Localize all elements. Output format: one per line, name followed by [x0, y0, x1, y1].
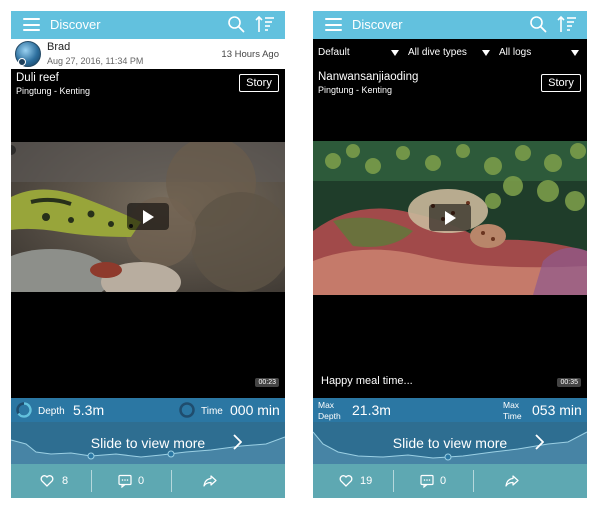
comment-count: 0 [138, 475, 145, 487]
post-date: Aug 27, 2016, 11:34 PM [47, 56, 144, 66]
sort-filter-value: Default [318, 47, 350, 58]
max-depth-label-line1: Max [318, 400, 335, 410]
depth-label: Depth [38, 406, 65, 417]
share-icon [505, 475, 519, 487]
comment-button[interactable]: 0 [92, 464, 172, 498]
max-time-label-line1: Max [503, 400, 520, 410]
max-time-label-line2: Time [503, 411, 522, 421]
time-label: Time [201, 406, 223, 417]
chevron-right-icon [233, 434, 242, 450]
depth-value: 5.3m [73, 402, 105, 418]
sort-icon[interactable] [557, 15, 577, 34]
user-name[interactable]: Brad [47, 41, 70, 53]
video-player[interactable] [11, 142, 285, 292]
comment-button[interactable]: 0 [394, 464, 474, 498]
share-button[interactable] [172, 464, 285, 498]
slide-text: Slide to view more [90, 435, 206, 451]
video-caption: Happy meal time... [321, 375, 413, 387]
time-value: 000 min [230, 402, 280, 418]
comment-icon [118, 474, 132, 488]
slide-to-view-more[interactable]: Slide to view more [11, 422, 285, 464]
video-duration: 00:35 [557, 378, 581, 387]
like-button[interactable]: 19 [313, 464, 393, 498]
logs-dropdown[interactable]: All logs [499, 47, 531, 58]
caret-down-icon[interactable] [482, 50, 490, 56]
story-button[interactable]: Story [541, 74, 581, 92]
search-icon[interactable] [529, 15, 547, 33]
menu-icon[interactable] [325, 18, 342, 31]
play-icon[interactable] [127, 203, 169, 230]
post-location: Pingtung - Kenting [16, 86, 91, 96]
max-time-value: 053 min [532, 402, 582, 418]
heart-icon [40, 475, 54, 487]
logs-value: All logs [499, 47, 532, 58]
video-duration: 00:23 [255, 378, 279, 387]
left-screen: Discover Brad Aug 27, 2016, 11:34 PM 13 … [11, 11, 285, 498]
nav-title: Discover [50, 17, 101, 32]
action-bar: 8 0 [11, 464, 285, 498]
post-title: Duli reef [16, 72, 59, 84]
post-user-bar[interactable]: Brad Aug 27, 2016, 11:34 PM 13 Hours Ago [11, 39, 285, 69]
nav-bar: Discover [313, 11, 587, 39]
max-depth-value: 21.3m [352, 402, 391, 418]
post-time-ago: 13 Hours Ago [221, 49, 279, 60]
share-icon [203, 475, 217, 487]
avatar-badge [18, 58, 26, 66]
heart-icon [339, 475, 353, 487]
dive-type-value: All dive types [408, 47, 467, 58]
slide-text: Slide to view more [392, 435, 508, 451]
action-bar: 19 0 [313, 464, 587, 498]
nav-title: Discover [352, 17, 403, 32]
dive-stats-bar: Max Depth 21.3m Max Time 053 min [313, 398, 587, 422]
right-screen: Discover Default All dive types All logs… [313, 11, 587, 498]
chevron-right-icon [535, 434, 544, 450]
play-icon[interactable] [429, 204, 471, 231]
comment-icon [420, 474, 434, 488]
story-button[interactable]: Story [239, 74, 279, 92]
post-title: Nanwansanjiaoding [318, 71, 419, 83]
like-button[interactable]: 8 [11, 464, 91, 498]
slide-to-view-more[interactable]: Slide to view more [313, 422, 587, 464]
menu-icon[interactable] [23, 18, 40, 31]
sort-filter-dropdown[interactable]: Default [318, 47, 350, 58]
nav-bar: Discover [11, 11, 285, 39]
dive-stats-bar: Depth 5.3m Time 000 min [11, 398, 285, 422]
dive-type-dropdown[interactable]: All dive types [408, 47, 467, 58]
search-icon[interactable] [227, 15, 245, 33]
filter-bar: Default All dive types All logs [313, 39, 587, 65]
depth-ring-icon [16, 402, 32, 418]
avatar[interactable] [15, 41, 41, 67]
caret-down-icon[interactable] [571, 50, 579, 56]
sort-icon[interactable] [255, 15, 275, 34]
comment-count: 0 [440, 475, 447, 487]
like-count: 19 [360, 475, 373, 487]
caret-down-icon[interactable] [391, 50, 399, 56]
time-ring-icon [179, 402, 195, 418]
post-location: Pingtung - Kenting [318, 85, 393, 95]
like-count: 8 [62, 475, 69, 487]
share-button[interactable] [474, 464, 587, 498]
max-depth-label-line2: Depth [318, 411, 341, 421]
video-player[interactable] [313, 141, 587, 295]
